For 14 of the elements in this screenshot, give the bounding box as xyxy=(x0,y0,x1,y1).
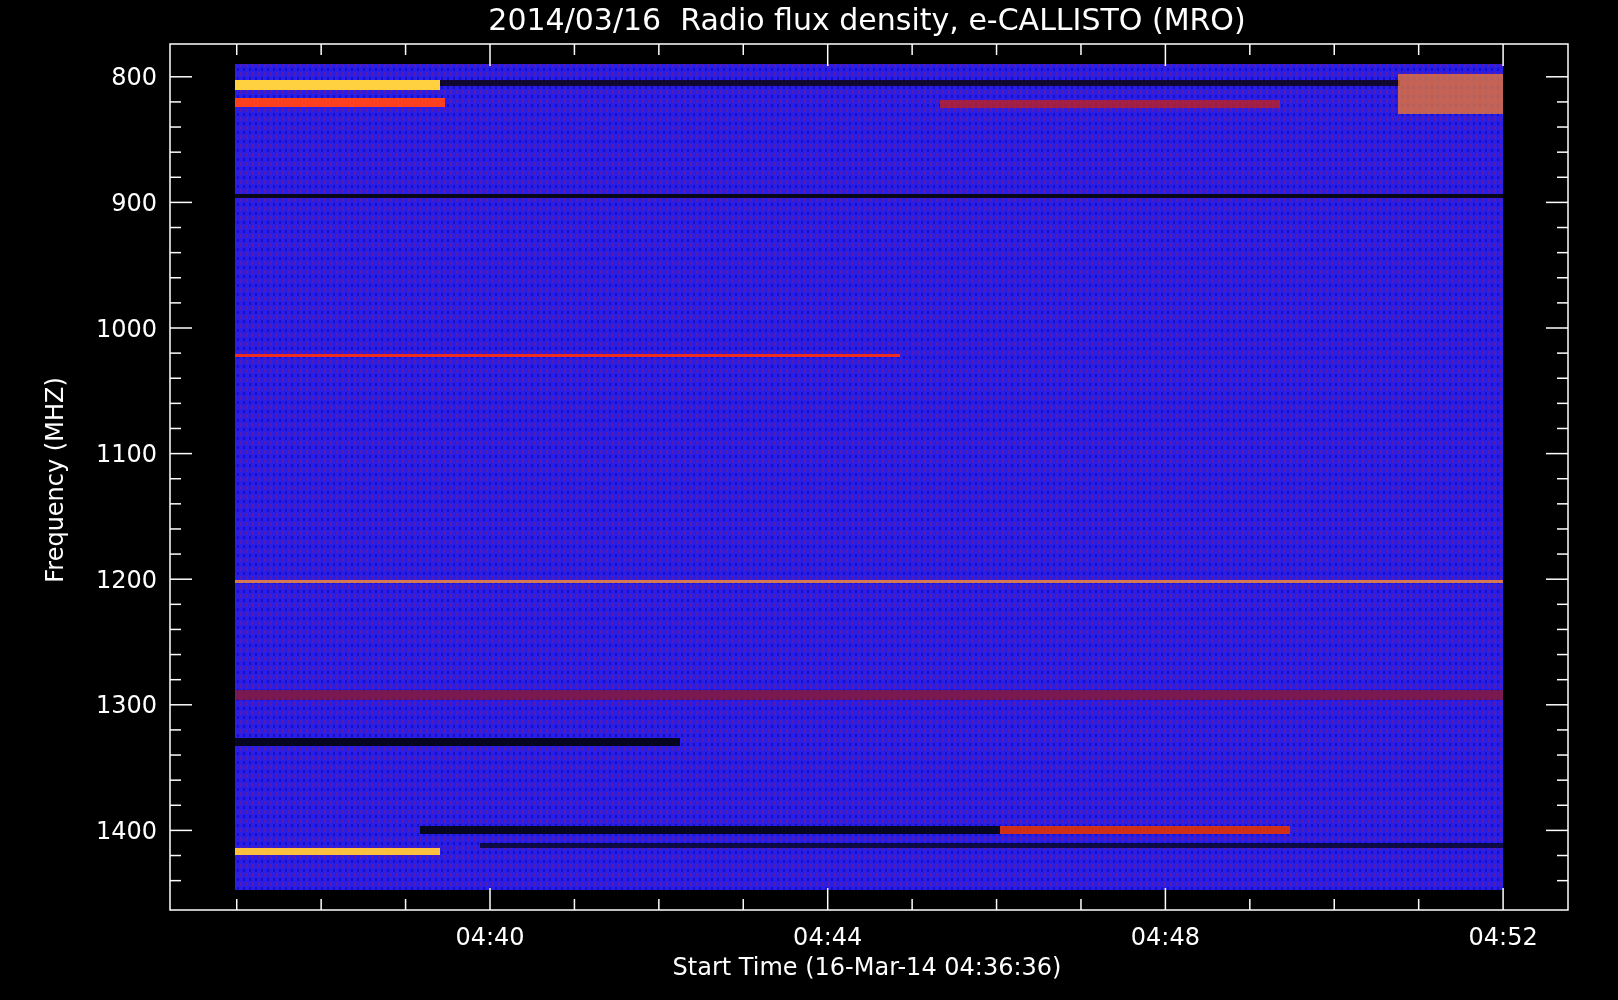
tick-label: 04:52 xyxy=(1468,923,1538,951)
tick-label: 800 xyxy=(111,63,157,92)
axis-title: Start Time (16-Mar-14 04:36:36) xyxy=(672,953,1062,981)
tick-label: 04:40 xyxy=(455,923,525,951)
tick-label: 900 xyxy=(111,189,157,217)
tick-label: 1000 xyxy=(95,314,157,343)
chart-title: 2014/03/16 Radio flux density, e-CALLISTO (MRO) xyxy=(488,2,1246,37)
tick-label: 1400 xyxy=(95,817,157,845)
tick-label: 04:44 xyxy=(793,923,863,951)
tick-label: 1300 xyxy=(95,691,157,720)
axis-title: Frequency (MHZ) xyxy=(41,377,69,583)
tick-label: 1100 xyxy=(95,440,157,469)
tick-label: 1200 xyxy=(95,565,157,594)
tick-label: 04:48 xyxy=(1130,923,1200,951)
